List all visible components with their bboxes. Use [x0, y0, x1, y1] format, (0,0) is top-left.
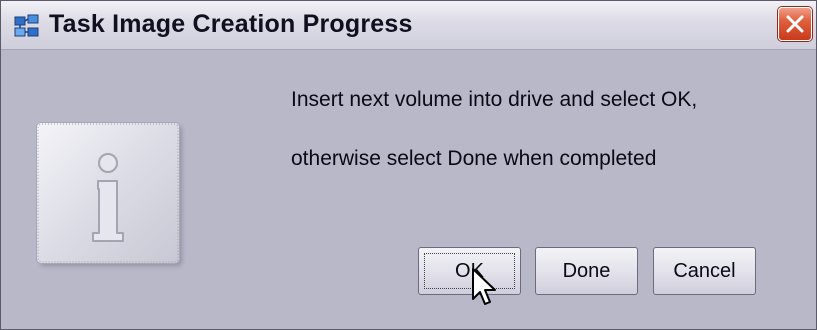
information-icon — [37, 123, 179, 263]
mouse-pointer-icon — [471, 267, 501, 314]
ok-button[interactable]: OK — [418, 247, 521, 295]
cancel-button[interactable]: Cancel — [653, 247, 756, 295]
window-title: Task Image Creation Progress — [49, 10, 413, 38]
done-button[interactable]: Done — [535, 247, 638, 295]
message-line-1: Insert next volume into drive and select… — [291, 88, 698, 111]
task-image-creation-icon — [14, 14, 40, 38]
message-line-2: otherwise select Done when completed — [291, 147, 657, 170]
cancel-button-label: Cancel — [673, 260, 736, 282]
done-button-label: Done — [562, 260, 611, 282]
ok-button-label: OK — [455, 260, 484, 282]
title-bar[interactable]: Task Image Creation Progress — [1, 1, 816, 50]
progress-dialog: Task Image Creation Progress Insert next… — [0, 0, 817, 330]
close-button[interactable] — [778, 7, 812, 41]
